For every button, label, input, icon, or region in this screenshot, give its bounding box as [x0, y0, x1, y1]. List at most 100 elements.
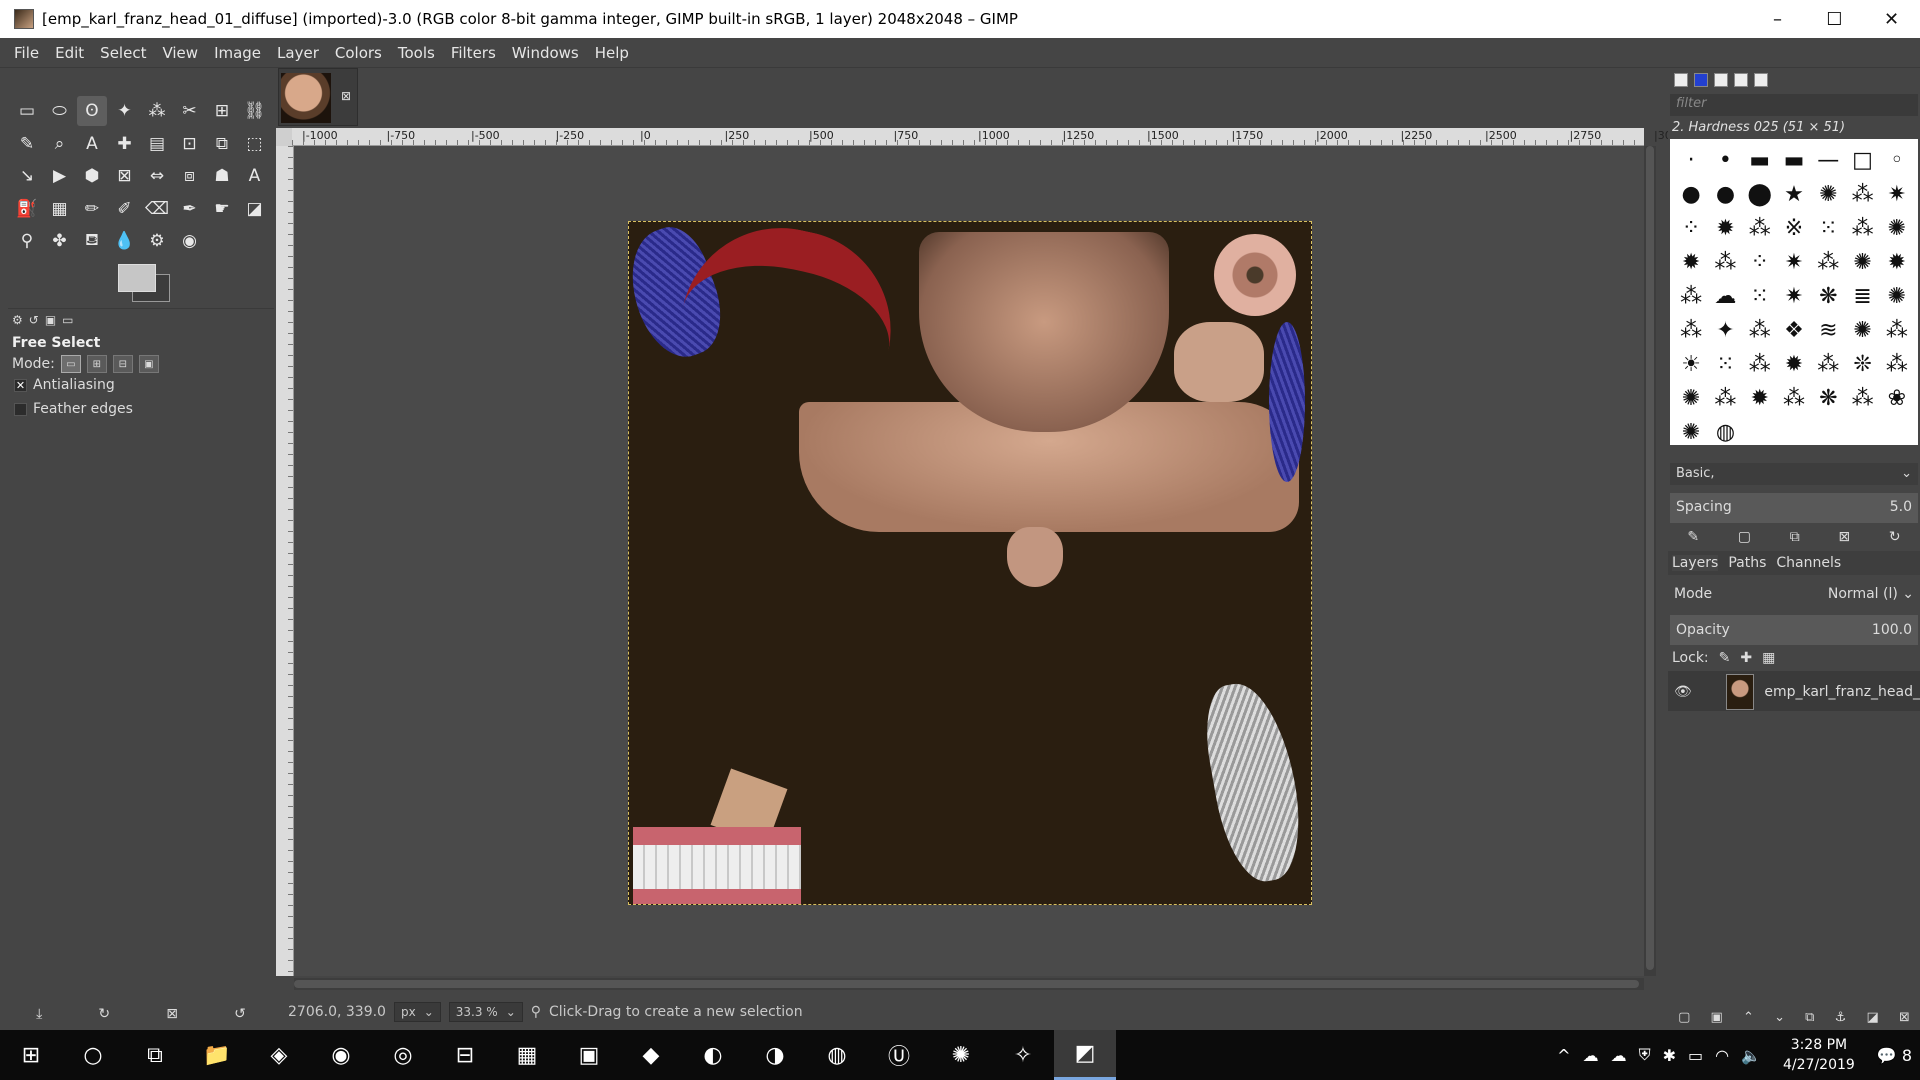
brush-tile[interactable]: ▬ [1743, 143, 1777, 177]
brush-tile[interactable]: ✹ [1880, 245, 1914, 279]
tool-button[interactable]: ⌕ [45, 129, 75, 159]
tool-button[interactable]: ⊡ [175, 129, 205, 159]
paint-dynamics-tab-icon[interactable] [1754, 73, 1768, 87]
tool-button[interactable]: ◪ [240, 194, 270, 224]
brush-tile[interactable]: ◍ [1708, 415, 1742, 449]
maximize-button[interactable]: ☐ [1806, 0, 1863, 38]
mode-replace-button[interactable]: ▭ [60, 355, 81, 373]
lock-alpha-icon[interactable]: ▦ [1762, 650, 1775, 666]
menu-layer[interactable]: Layer [269, 44, 327, 62]
tool-button[interactable]: ✦ [110, 96, 140, 126]
app-icon[interactable]: ✧ [992, 1030, 1054, 1080]
excel-icon[interactable]: ▦ [496, 1030, 558, 1080]
tool-button[interactable]: ⇔ [142, 161, 172, 191]
save-options-icon[interactable]: ⤓ [36, 1006, 42, 1022]
anchor-layer-icon[interactable]: ⚓ [1835, 1010, 1847, 1025]
brush-tile[interactable]: ⁙ [1811, 211, 1845, 245]
menu-help[interactable]: Help [587, 44, 637, 62]
patterns-tab-icon[interactable] [1694, 73, 1708, 87]
steam-icon[interactable]: ◍ [806, 1030, 868, 1080]
brush-tile[interactable]: ⁙ [1708, 347, 1742, 381]
tool-button[interactable]: ⛽ [12, 194, 42, 224]
tool-button[interactable]: ◉ [175, 226, 205, 256]
brush-tile[interactable]: — [1811, 143, 1845, 177]
app-icon[interactable]: ◉ [310, 1030, 372, 1080]
tool-button[interactable]: ⧈ [175, 161, 205, 191]
app-icon[interactable]: ◈ [248, 1030, 310, 1080]
brush-tile[interactable]: ✷ [1880, 177, 1914, 211]
ruler-corner[interactable] [276, 128, 292, 146]
tool-options-tab-icon[interactable]: ⚙ [12, 313, 23, 327]
raise-layer-icon[interactable]: ⌃ [1743, 1010, 1754, 1025]
vertical-ruler[interactable] [276, 146, 294, 976]
brush-tile[interactable]: ☁ [1708, 279, 1742, 313]
brush-tile[interactable]: ✺ [1880, 279, 1914, 313]
brush-tile[interactable]: ✷ [1777, 245, 1811, 279]
onedrive-icon[interactable]: ☁ [1583, 1046, 1599, 1065]
horizontal-scroll-thumb[interactable] [294, 980, 1639, 988]
mode-subtract-button[interactable]: ⊟ [112, 355, 133, 373]
menu-file[interactable]: File [6, 44, 47, 62]
tool-button[interactable]: ✒ [175, 194, 205, 224]
brush-tile[interactable]: ✹ [1674, 245, 1708, 279]
wifi-icon[interactable]: ◠ [1715, 1046, 1729, 1065]
delete-brush-icon[interactable]: ⊠ [1838, 529, 1850, 545]
tool-button[interactable]: 💧 [110, 226, 140, 256]
tool-button[interactable]: ✂ [175, 96, 205, 126]
brush-grid[interactable]: · • ▬ ▬ — □ ◦ ● ● ⬤ ★ ✺ ⁂ ✷ ⁘ ✹ ⁂ ※ ⁙ ⁂ ✺ ✹ ⁂ ⁘ ✷ ⁂ ✺ ✹ ⁂ ☁ ⁙ ✷ ❋ ≣ ✺ ⁂ ✦ ⁂ ❖ ≋… [1670, 139, 1918, 445]
brush-tile[interactable]: ⁂ [1845, 177, 1879, 211]
menu-select[interactable]: Select [92, 44, 154, 62]
brush-tile[interactable]: ⁂ [1880, 313, 1914, 347]
brush-tile[interactable]: ⁂ [1845, 381, 1879, 415]
tool-button[interactable]: ⚲ [12, 226, 42, 256]
brush-tile[interactable]: ❊ [1845, 347, 1879, 381]
app-icon[interactable]: ✺ [930, 1030, 992, 1080]
reset-options-icon[interactable]: ↺ [234, 1006, 246, 1022]
tool-button[interactable]: ▤ [142, 129, 172, 159]
menu-windows[interactable]: Windows [504, 44, 587, 62]
tool-button[interactable]: ▶ [45, 161, 75, 191]
edit-brush-icon[interactable]: ✎ [1687, 529, 1699, 545]
foreground-color-swatch[interactable] [118, 264, 156, 292]
tool-button[interactable]: ✤ [45, 226, 75, 256]
brush-tile[interactable]: ⁘ [1743, 245, 1777, 279]
brush-tile[interactable]: ★ [1777, 177, 1811, 211]
brush-tile[interactable]: ≣ [1845, 279, 1879, 313]
brush-tile[interactable]: ⬤ [1743, 177, 1777, 211]
restore-options-icon[interactable]: ↻ [98, 1006, 110, 1022]
brush-tile[interactable]: ❀ [1880, 381, 1914, 415]
file-explorer-icon[interactable]: 📁 [186, 1030, 248, 1080]
horizontal-scrollbar[interactable] [294, 978, 1644, 990]
new-layer-icon[interactable]: ▢ [1678, 1010, 1690, 1025]
tool-button[interactable]: ⛾ [77, 226, 107, 256]
duplicate-brush-icon[interactable]: ⧉ [1790, 529, 1800, 545]
brush-tile[interactable]: ❋ [1811, 279, 1845, 313]
menu-image[interactable]: Image [206, 44, 269, 62]
brush-tile[interactable]: ⁂ [1708, 381, 1742, 415]
tool-button[interactable]: ▭ [12, 96, 42, 126]
lower-layer-icon[interactable]: ⌄ [1774, 1010, 1785, 1025]
lock-pixels-icon[interactable]: ✎ [1719, 650, 1731, 666]
close-image-tab-icon[interactable]: ⊠ [341, 89, 351, 103]
gimp-taskbar-icon[interactable]: ◩ [1054, 1030, 1116, 1080]
brush-tile[interactable]: ✺ [1845, 313, 1879, 347]
image-canvas[interactable] [628, 221, 1312, 905]
volume-icon[interactable]: 🔈 [1741, 1046, 1761, 1065]
menu-tools[interactable]: Tools [390, 44, 443, 62]
brush-tile[interactable]: ✺ [1674, 381, 1708, 415]
brush-tile[interactable]: ⁂ [1743, 211, 1777, 245]
task-view-icon[interactable]: ⧉ [124, 1030, 186, 1080]
layer-mode-select[interactable]: Normal (l) ⌄ [1828, 586, 1914, 602]
brush-tile[interactable]: ❖ [1777, 313, 1811, 347]
brush-tile[interactable]: ✹ [1743, 381, 1777, 415]
tool-button[interactable]: ⧉ [207, 129, 237, 159]
brush-tile[interactable]: ⁂ [1743, 347, 1777, 381]
new-brush-icon[interactable]: ▢ [1738, 529, 1751, 545]
vertical-scroll-thumb[interactable] [1646, 146, 1654, 970]
tool-button[interactable]: A [77, 129, 107, 159]
tool-button[interactable]: A [240, 161, 270, 191]
clock[interactable]: 3:28 PM 4/27/2019 [1773, 1035, 1865, 1075]
brush-tile[interactable]: ⁂ [1811, 347, 1845, 381]
documents-tab-icon[interactable] [1734, 73, 1748, 87]
brush-preset-select[interactable]: Basic, ⌄ [1670, 463, 1918, 485]
